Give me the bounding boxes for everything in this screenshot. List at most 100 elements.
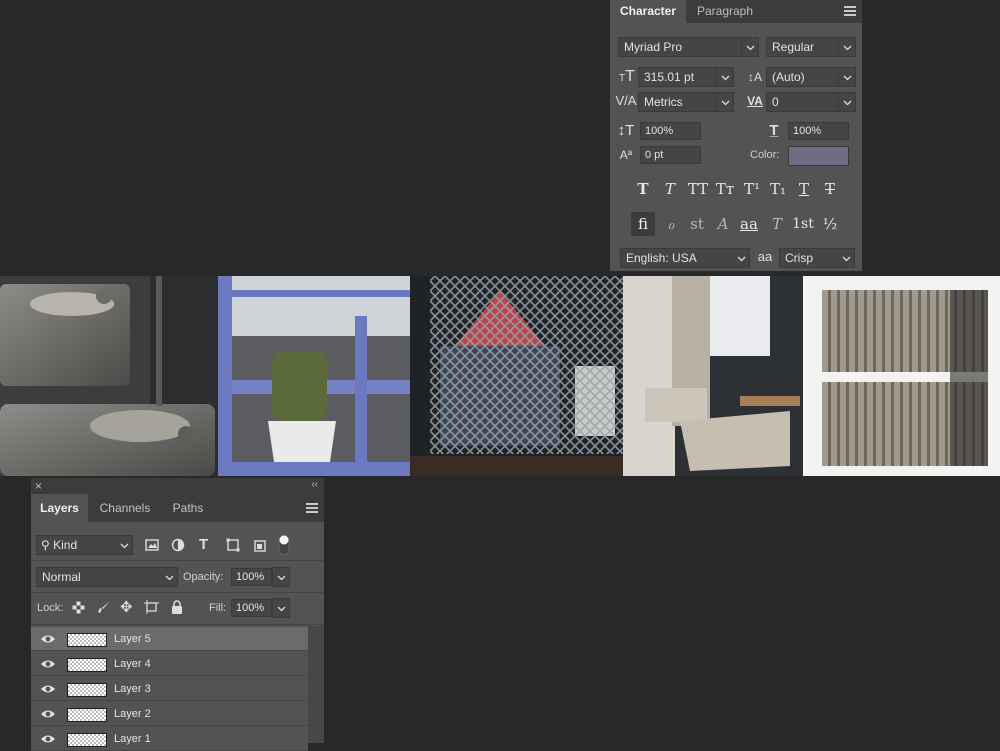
all-caps-button[interactable]: TT	[685, 178, 711, 200]
discretionary-ligatures-button[interactable]: st	[685, 212, 709, 236]
small-caps-button[interactable]: Tт	[713, 178, 737, 200]
font-family-value: Myriad Pro	[624, 40, 683, 54]
baseline-shift-field[interactable]: 0 pt	[640, 146, 701, 164]
lock-position-icon[interactable]: ✥	[120, 598, 133, 616]
leading-dropdown[interactable]: (Auto)	[766, 67, 856, 87]
font-size-value: 315.01 pt	[644, 70, 695, 84]
language-value: English: USA	[626, 251, 697, 265]
tab-layers[interactable]: Layers	[31, 494, 88, 522]
chevron-down-icon	[273, 599, 289, 617]
horizontal-scale-field[interactable]: 100%	[788, 122, 849, 140]
chevron-down-icon	[273, 568, 289, 586]
tab-paths[interactable]: Paths	[162, 494, 214, 522]
text-color-swatch[interactable]	[788, 146, 849, 166]
chevron-down-icon	[716, 93, 733, 111]
contextual-alternates-button[interactable]: ℴ	[659, 212, 683, 236]
photo-mesh-grate	[410, 276, 623, 476]
eye-icon[interactable]	[40, 683, 56, 695]
panel-menu-icon[interactable]	[844, 6, 856, 16]
layer-thumbnail	[67, 658, 107, 672]
layer-row[interactable]: Layer 2	[31, 702, 308, 726]
opacity-slider-button[interactable]	[272, 567, 290, 587]
chevron-down-icon	[741, 38, 758, 56]
layer-row[interactable]: Layer 4	[31, 652, 308, 676]
strikethrough-button[interactable]: T	[819, 178, 841, 200]
eye-icon[interactable]	[40, 733, 56, 745]
faux-bold-button[interactable]: T	[632, 178, 654, 200]
tab-character[interactable]: Character	[610, 0, 686, 23]
character-panel-tabbar: Character Paragraph	[610, 0, 862, 23]
vertical-scale-icon: ↕T	[617, 122, 635, 139]
chevron-down-icon	[838, 68, 855, 86]
layer-name: Layer 4	[114, 658, 151, 670]
swash-button[interactable]: A	[711, 212, 735, 236]
subscript-button[interactable]: T₁	[767, 178, 789, 200]
smart-object-filter-icon[interactable]	[253, 538, 267, 552]
layer-name: Layer 2	[114, 708, 151, 720]
stylistic-alternates-button[interactable]: aa	[737, 212, 761, 236]
layers-panel-tabbar: Layers Channels Paths	[31, 494, 324, 522]
collapse-icon[interactable]: ‹‹	[311, 478, 318, 492]
lock-all-icon[interactable]	[171, 600, 183, 614]
filter-toggle-switch[interactable]	[278, 534, 290, 556]
fractions-button[interactable]: ½	[818, 212, 842, 236]
chevron-down-icon	[161, 568, 177, 586]
fill-slider-button[interactable]	[272, 598, 290, 618]
tab-channels[interactable]: Channels	[88, 494, 162, 522]
standard-ligatures-button[interactable]: fi	[631, 212, 655, 236]
filter-kind-dropdown[interactable]: ⚲ Kind	[36, 535, 133, 555]
canvas-image-strip[interactable]	[0, 276, 1000, 476]
lock-image-pixels-icon[interactable]	[97, 600, 111, 614]
font-family-dropdown[interactable]: Myriad Pro	[618, 37, 759, 57]
close-icon[interactable]: ×	[35, 479, 42, 493]
layer-thumbnail	[67, 683, 107, 697]
fill-field[interactable]: 100%	[231, 599, 272, 617]
panel-menu-icon[interactable]	[306, 503, 318, 513]
chevron-down-icon	[838, 249, 854, 267]
lock-artboard-icon[interactable]	[144, 600, 159, 614]
chevron-down-icon	[838, 93, 855, 111]
titling-alternates-button[interactable]: T	[765, 212, 789, 236]
eye-icon[interactable]	[40, 633, 56, 645]
font-size-dropdown[interactable]: 315.01 pt	[638, 67, 734, 87]
search-icon: ⚲	[41, 538, 50, 552]
chevron-down-icon	[838, 38, 855, 56]
photo-drinking-fountains	[0, 276, 218, 476]
layer-name: Layer 5	[114, 633, 151, 645]
kerning-icon: V/A	[615, 93, 637, 108]
eye-icon[interactable]	[40, 658, 56, 670]
lock-label: Lock:	[37, 602, 64, 614]
language-dropdown[interactable]: English: USA	[620, 248, 750, 268]
faux-italic-button[interactable]: T	[659, 178, 681, 200]
divider	[31, 592, 324, 593]
adjustment-layer-filter-icon[interactable]	[171, 538, 185, 552]
font-style-value: Regular	[772, 40, 815, 54]
layer-thumbnail	[67, 733, 107, 747]
lock-transparent-pixels-icon[interactable]	[72, 601, 85, 614]
layers-panel: × ‹‹ Layers Channels Paths ⚲ Kind T Norm…	[31, 478, 324, 751]
layer-row[interactable]: Layer 1	[31, 727, 308, 751]
opacity-field[interactable]: 100%	[231, 568, 272, 586]
eye-icon[interactable]	[40, 708, 56, 720]
pixel-layer-filter-icon[interactable]	[145, 538, 159, 552]
ordinals-button[interactable]: 1st	[789, 212, 817, 236]
layer-row[interactable]: Layer 5	[31, 627, 308, 651]
layers-scrollbar[interactable]	[308, 626, 324, 743]
divider	[31, 624, 324, 625]
underline-button[interactable]: T	[793, 178, 815, 200]
blend-mode-dropdown[interactable]: Normal	[36, 567, 178, 587]
antialias-dropdown[interactable]: Crisp	[779, 248, 855, 268]
photo-collage	[0, 276, 1000, 476]
tracking-dropdown[interactable]: 0	[766, 92, 856, 112]
type-layer-filter-icon[interactable]: T	[199, 536, 208, 553]
kerning-dropdown[interactable]: Metrics	[638, 92, 734, 112]
layer-row[interactable]: Layer 3	[31, 677, 308, 701]
superscript-button[interactable]: T¹	[741, 178, 763, 200]
kerning-value: Metrics	[644, 95, 683, 109]
vertical-scale-field[interactable]: 100%	[640, 122, 701, 140]
opacity-label: Opacity:	[183, 571, 224, 583]
tab-paragraph[interactable]: Paragraph	[686, 0, 764, 23]
horizontal-scale-icon: T̲	[769, 122, 779, 139]
font-style-dropdown[interactable]: Regular	[766, 37, 856, 57]
shape-layer-filter-icon[interactable]	[226, 538, 240, 552]
